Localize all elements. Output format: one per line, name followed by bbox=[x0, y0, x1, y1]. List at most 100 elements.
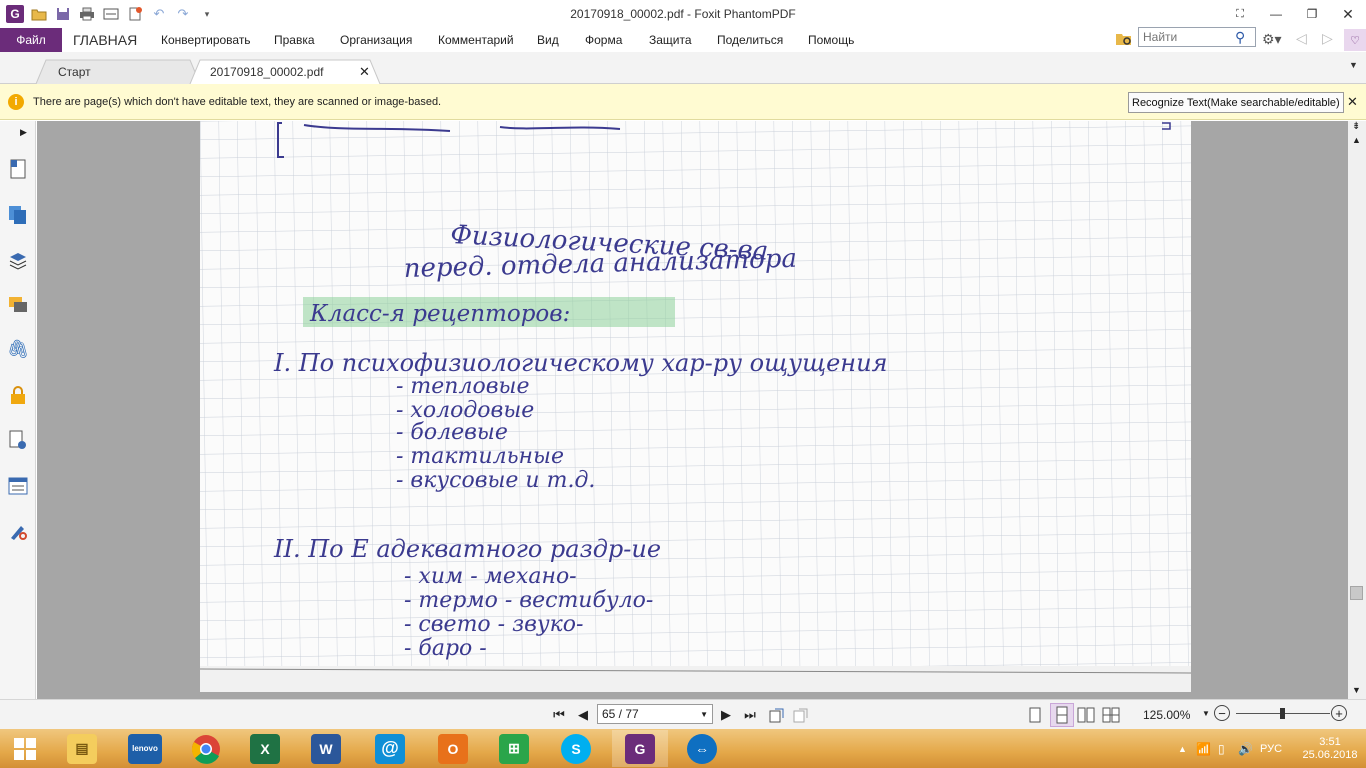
search-input[interactable] bbox=[1139, 28, 1235, 46]
search-icon[interactable]: ⚲ bbox=[1235, 29, 1245, 46]
next-page-icon[interactable]: ▶ bbox=[717, 706, 735, 724]
document-viewport[interactable]: Физиологические св-ва перед. отдела анал… bbox=[37, 121, 1348, 699]
tab-document[interactable]: 20170918_00002.pdf bbox=[198, 60, 323, 84]
close-tab-icon[interactable]: ✕ bbox=[359, 64, 370, 80]
tab-share[interactable]: Поделиться bbox=[717, 28, 783, 52]
volume-icon[interactable]: 🔊 bbox=[1238, 742, 1260, 756]
file-tab[interactable]: Файл bbox=[0, 28, 62, 52]
zoom-level[interactable]: 125.00% bbox=[1143, 708, 1190, 722]
teamviewer-icon[interactable]: ⇔ bbox=[674, 730, 730, 767]
save-icon[interactable] bbox=[52, 3, 74, 25]
tab-help[interactable]: Помощь bbox=[808, 28, 854, 52]
pages-thumbnails-icon[interactable] bbox=[6, 203, 30, 227]
foxit-window: 20170918_00002.pdf - Foxit PhantomPDF G … bbox=[0, 0, 1366, 768]
outlook-icon[interactable]: O bbox=[425, 730, 481, 767]
zoom-slider-thumb[interactable] bbox=[1280, 708, 1285, 719]
scan-icon[interactable] bbox=[100, 3, 122, 25]
folder-search-icon[interactable] bbox=[1115, 31, 1133, 50]
scroll-up-icon[interactable]: ▲ bbox=[1352, 135, 1361, 145]
tab-home[interactable]: ГЛАВНАЯ bbox=[73, 28, 137, 52]
tab-protect[interactable]: Защита bbox=[649, 28, 692, 52]
print-icon[interactable] bbox=[76, 3, 98, 25]
first-page-icon[interactable]: ⏮ bbox=[550, 706, 568, 724]
continuous-facing-view-icon[interactable] bbox=[1102, 706, 1120, 724]
form-fields-icon[interactable] bbox=[6, 474, 30, 498]
tab-form[interactable]: Форма bbox=[585, 28, 622, 52]
language-indicator[interactable]: РУС bbox=[1260, 743, 1294, 755]
customize-toolbar-icon[interactable]: ▾ bbox=[196, 3, 218, 25]
layers-icon[interactable] bbox=[6, 249, 30, 273]
facing-view-icon[interactable] bbox=[1077, 706, 1095, 724]
network-icon[interactable]: 📶 bbox=[1196, 742, 1218, 756]
tab-view[interactable]: Вид bbox=[537, 28, 559, 52]
document-properties-icon[interactable] bbox=[6, 428, 30, 452]
status-bar: ⏮ ◀ 65 / 77 ▼ ▶ ⏭ 125.00% ▼ − + bbox=[0, 699, 1366, 729]
tab-convert[interactable]: Конвертировать bbox=[161, 28, 251, 52]
clock[interactable]: 3:51 25.06.2018 bbox=[1294, 736, 1366, 762]
chrome-icon[interactable] bbox=[178, 730, 234, 767]
bookmarks-icon[interactable] bbox=[6, 157, 30, 181]
forward-arrow-icon[interactable]: ▷ bbox=[1322, 30, 1333, 47]
lenovo-icon[interactable]: lenovo bbox=[117, 730, 173, 767]
app-logo-icon[interactable]: G bbox=[4, 3, 26, 25]
previous-page-icon[interactable]: ◀ bbox=[574, 706, 592, 724]
minimize-button[interactable]: — bbox=[1258, 0, 1294, 28]
vertical-scrollbar[interactable]: ⇟ ▲ ▼ bbox=[1348, 121, 1366, 699]
hw-line-10: II. По Е адекватного раздр-ие bbox=[273, 535, 661, 563]
settings-gear-icon[interactable]: ⚙▾ bbox=[1262, 31, 1282, 48]
last-page-icon[interactable]: ⏭ bbox=[741, 706, 759, 724]
hw-line-3: Класс-я рецепторов: bbox=[309, 301, 570, 327]
scroll-thumb[interactable] bbox=[1350, 586, 1363, 600]
store-icon[interactable]: ⊞ bbox=[486, 730, 542, 767]
page-number-field[interactable]: 65 / 77 ▼ bbox=[597, 704, 713, 724]
signature-icon[interactable] bbox=[6, 519, 30, 543]
new-document-icon[interactable] bbox=[124, 3, 146, 25]
tab-comment[interactable]: Комментарий bbox=[438, 28, 514, 52]
next-view-icon[interactable] bbox=[792, 706, 810, 724]
security-lock-icon[interactable] bbox=[6, 383, 30, 407]
undo-icon[interactable]: ↶ bbox=[148, 3, 170, 25]
zoom-in-icon[interactable]: + bbox=[1331, 705, 1347, 721]
continuous-view-icon[interactable] bbox=[1050, 703, 1074, 727]
foxit-icon[interactable]: G bbox=[612, 730, 668, 767]
tab-organize[interactable]: Организация bbox=[340, 28, 412, 52]
page-dropdown-icon[interactable]: ▼ bbox=[700, 710, 708, 719]
page-number-value: 65 / 77 bbox=[602, 707, 639, 721]
tab-start[interactable]: Старт bbox=[46, 60, 91, 84]
start-button[interactable] bbox=[0, 730, 50, 767]
zoom-dropdown-icon[interactable]: ▼ bbox=[1202, 709, 1210, 718]
previous-view-icon[interactable] bbox=[768, 706, 786, 724]
expand-panel-icon[interactable]: ▶ bbox=[20, 127, 27, 138]
back-arrow-icon[interactable]: ◁ bbox=[1296, 30, 1307, 47]
scroll-down-icon[interactable]: ▼ bbox=[1352, 685, 1361, 695]
scanned-page[interactable]: Физиологические св-ва перед. отдела анал… bbox=[200, 121, 1191, 692]
skype-icon[interactable]: S bbox=[548, 730, 604, 767]
recognize-text-button[interactable]: Recognize Text(Make searchable/editable) bbox=[1128, 92, 1344, 113]
battery-icon[interactable]: ▯ bbox=[1218, 742, 1238, 756]
attachments-icon[interactable]: 🖇 bbox=[6, 337, 30, 361]
document-tab-bar: Старт 20170918_00002.pdf ✕ ▼ bbox=[0, 52, 1366, 84]
window-controls: ⛶ — ❐ ✕ bbox=[1222, 0, 1366, 28]
split-view-icon[interactable]: ⇟ bbox=[1352, 121, 1360, 132]
open-folder-icon[interactable] bbox=[28, 3, 50, 25]
hw-line-14: - баро - bbox=[404, 636, 487, 661]
redo-icon[interactable]: ↷ bbox=[172, 3, 194, 25]
zoom-slider[interactable] bbox=[1236, 708, 1330, 719]
restore-button[interactable]: ❐ bbox=[1294, 0, 1330, 28]
word-icon[interactable]: W bbox=[298, 730, 354, 767]
tray-expand-icon[interactable]: ▲ bbox=[1178, 744, 1196, 754]
excel-icon[interactable]: X bbox=[237, 730, 293, 767]
comments-icon[interactable] bbox=[6, 293, 30, 317]
single-page-view-icon[interactable] bbox=[1026, 706, 1044, 724]
mail-icon[interactable]: @ bbox=[362, 730, 418, 767]
file-explorer-icon[interactable]: ▤ bbox=[54, 730, 110, 767]
ribbon-options-icon[interactable]: ♡ bbox=[1344, 29, 1366, 51]
close-notice-icon[interactable]: ✕ bbox=[1347, 94, 1358, 110]
hw-line-12: - термо - вестибуло- bbox=[404, 588, 653, 613]
zoom-out-icon[interactable]: − bbox=[1214, 705, 1230, 721]
close-window-button[interactable]: ✕ bbox=[1330, 0, 1366, 28]
tab-list-dropdown-icon[interactable]: ▼ bbox=[1349, 60, 1358, 70]
tab-edit[interactable]: Правка bbox=[274, 28, 315, 52]
search-box[interactable]: ⚲ bbox=[1138, 27, 1256, 47]
fullscreen-icon[interactable]: ⛶ bbox=[1222, 0, 1258, 28]
